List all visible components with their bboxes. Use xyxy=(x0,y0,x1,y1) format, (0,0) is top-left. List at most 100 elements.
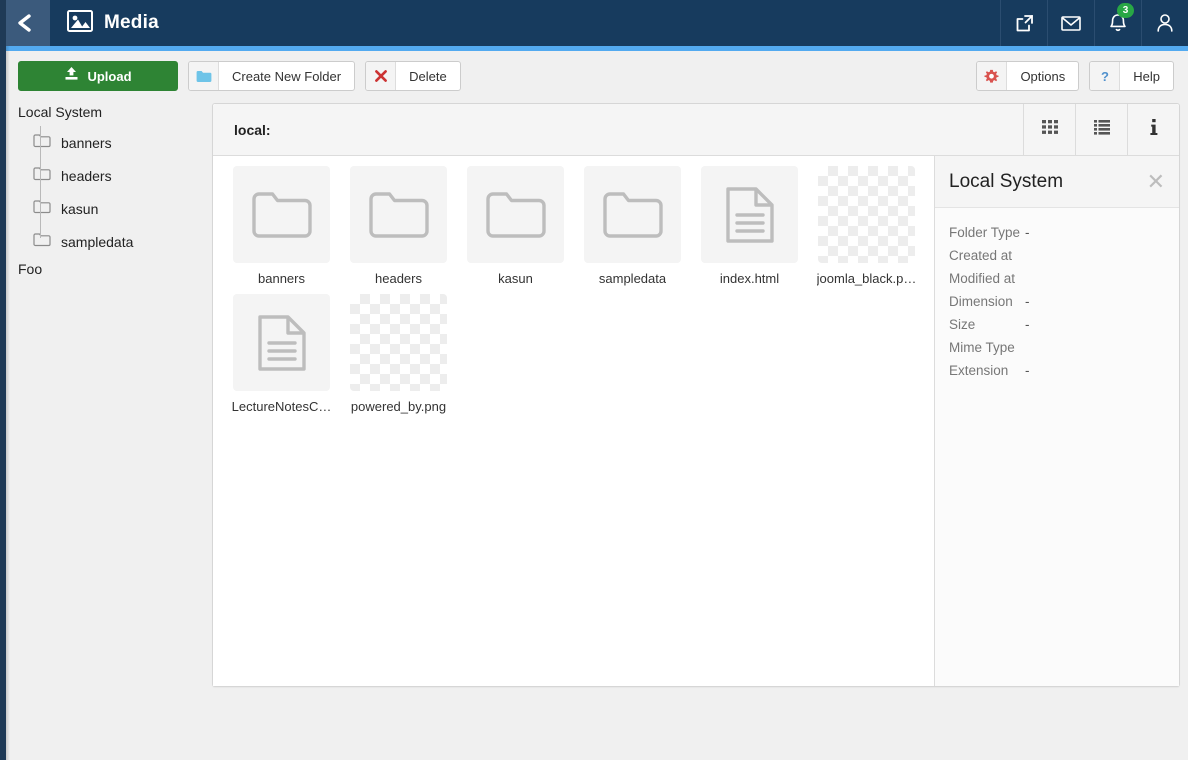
media-item-label: LectureNotesC… xyxy=(231,399,332,414)
media-item-label: index.html xyxy=(719,271,780,286)
page-title: Media xyxy=(104,12,159,33)
folder-icon xyxy=(485,191,546,238)
toolbar: Upload Create New Folder Delete Options … xyxy=(6,51,1188,100)
svg-text:?: ? xyxy=(1101,69,1109,84)
toolbar-right-group: Options ? Help xyxy=(976,61,1174,91)
toolbar-left-group: Upload Create New Folder Delete xyxy=(18,61,461,91)
left-rail xyxy=(0,0,6,760)
list-view-button[interactable] xyxy=(1075,104,1127,155)
list-icon xyxy=(1093,118,1111,141)
media-item-image[interactable]: joomla_black.p… xyxy=(808,166,925,286)
create-new-folder-button[interactable]: Create New Folder xyxy=(188,61,356,91)
help-button[interactable]: ? Help xyxy=(1089,61,1174,91)
info-row: Extension - xyxy=(949,360,1165,381)
upload-button[interactable]: Upload xyxy=(18,61,178,91)
sidebar-item-kasun[interactable]: kasun xyxy=(30,192,210,225)
breadcrumb: local: xyxy=(234,121,271,138)
delete-button-label: Delete xyxy=(409,68,447,84)
info-label: Dimension xyxy=(949,294,1013,309)
media-item-folder[interactable]: kasun xyxy=(457,166,574,286)
upload-button-label: Upload xyxy=(87,68,132,84)
upload-icon xyxy=(64,66,79,86)
info-row: Modified at xyxy=(949,268,1165,289)
info-value: - xyxy=(1025,225,1030,240)
media-item-label: sampledata xyxy=(598,271,667,286)
file-icon xyxy=(257,314,306,371)
thumbnail xyxy=(350,166,447,263)
sidebar-item-sampledata[interactable]: sampledata xyxy=(30,225,210,258)
media-panel: local: banners headers kasun sampledata … xyxy=(212,103,1180,687)
thumbnail xyxy=(467,166,564,263)
folder-tree-sidebar: Local System banners headers kasun sampl… xyxy=(10,100,210,700)
folder-icon xyxy=(33,232,51,252)
media-item-file[interactable]: LectureNotesC… xyxy=(223,294,340,414)
media-grid: banners headers kasun sampledata index.h… xyxy=(223,166,934,422)
thumbnail xyxy=(233,294,330,391)
mail-icon[interactable] xyxy=(1047,0,1094,46)
close-icon[interactable]: ✕ xyxy=(1147,170,1165,193)
sidebar-item-label: kasun xyxy=(61,200,99,217)
folder-icon xyxy=(33,166,51,186)
delete-button[interactable]: Delete xyxy=(365,61,461,91)
media-item-folder[interactable]: sampledata xyxy=(574,166,691,286)
external-link-icon[interactable] xyxy=(1000,0,1047,46)
info-label: Size xyxy=(949,317,976,332)
notification-badge: 3 xyxy=(1117,3,1134,18)
media-item-folder[interactable]: headers xyxy=(340,166,457,286)
gear-icon xyxy=(977,62,1008,90)
info-row: Folder Type - xyxy=(949,222,1165,243)
image-icon xyxy=(67,9,93,37)
brand: Media xyxy=(50,0,1000,46)
question-mark-icon: ? xyxy=(1090,62,1121,90)
info-row: Dimension - xyxy=(949,291,1165,312)
media-item-label: headers xyxy=(375,271,422,286)
info-panel-header: Local System ✕ xyxy=(935,156,1179,208)
options-button[interactable]: Options xyxy=(976,61,1080,91)
media-item-label: powered_by.png xyxy=(350,399,447,414)
back-button[interactable] xyxy=(0,0,50,46)
folder-icon xyxy=(602,191,663,238)
info-row: Created at xyxy=(949,245,1165,266)
file-icon xyxy=(725,186,774,243)
tree-root-label[interactable]: Local System xyxy=(10,100,210,126)
grid-icon xyxy=(1041,118,1059,141)
thumbnail xyxy=(818,166,915,263)
sidebar-item-label: headers xyxy=(61,167,112,184)
left-rail-shadow xyxy=(6,46,10,760)
sidebar-item-banners[interactable]: banners xyxy=(30,126,210,159)
info-value: - xyxy=(1025,317,1030,332)
thumbnail xyxy=(350,294,447,391)
media-item-label: kasun xyxy=(498,271,533,286)
help-button-label: Help xyxy=(1133,68,1160,84)
info-panel: Local System ✕ Folder Type - Created at … xyxy=(934,156,1179,686)
tree-children: banners headers kasun sampledata xyxy=(10,126,210,258)
media-item-image[interactable]: powered_by.png xyxy=(340,294,457,414)
info-toggle-button[interactable] xyxy=(1127,104,1179,155)
info-label: Created at xyxy=(949,248,1013,263)
chevron-left-icon xyxy=(14,12,36,34)
folder-icon xyxy=(33,133,51,153)
media-item-file[interactable]: index.html xyxy=(691,166,808,286)
info-icon xyxy=(1147,117,1161,142)
options-button-label: Options xyxy=(1020,68,1066,84)
folder-icon xyxy=(189,62,219,90)
info-panel-title: Local System xyxy=(949,170,1064,192)
sidebar-item-headers[interactable]: headers xyxy=(30,159,210,192)
sidebar-item-label: sampledata xyxy=(61,233,134,250)
bell-icon[interactable]: 3 xyxy=(1094,0,1141,46)
folder-icon xyxy=(368,191,429,238)
info-label: Folder Type xyxy=(949,225,1021,240)
thumbnail xyxy=(584,166,681,263)
thumbnail xyxy=(701,166,798,263)
accent-strip xyxy=(0,46,1188,51)
header-icon-group: 3 xyxy=(1000,0,1188,46)
info-label: Mime Type xyxy=(949,340,1015,355)
user-icon[interactable] xyxy=(1141,0,1188,46)
sidebar-item-foo[interactable]: Foo xyxy=(10,258,210,277)
grid-view-button[interactable] xyxy=(1023,104,1075,155)
media-item-folder[interactable]: banners xyxy=(223,166,340,286)
media-grid-container: banners headers kasun sampledata index.h… xyxy=(213,156,934,686)
info-row: Size - xyxy=(949,314,1165,335)
sidebar-item-label: banners xyxy=(61,134,112,151)
info-row: Mime Type xyxy=(949,337,1165,358)
